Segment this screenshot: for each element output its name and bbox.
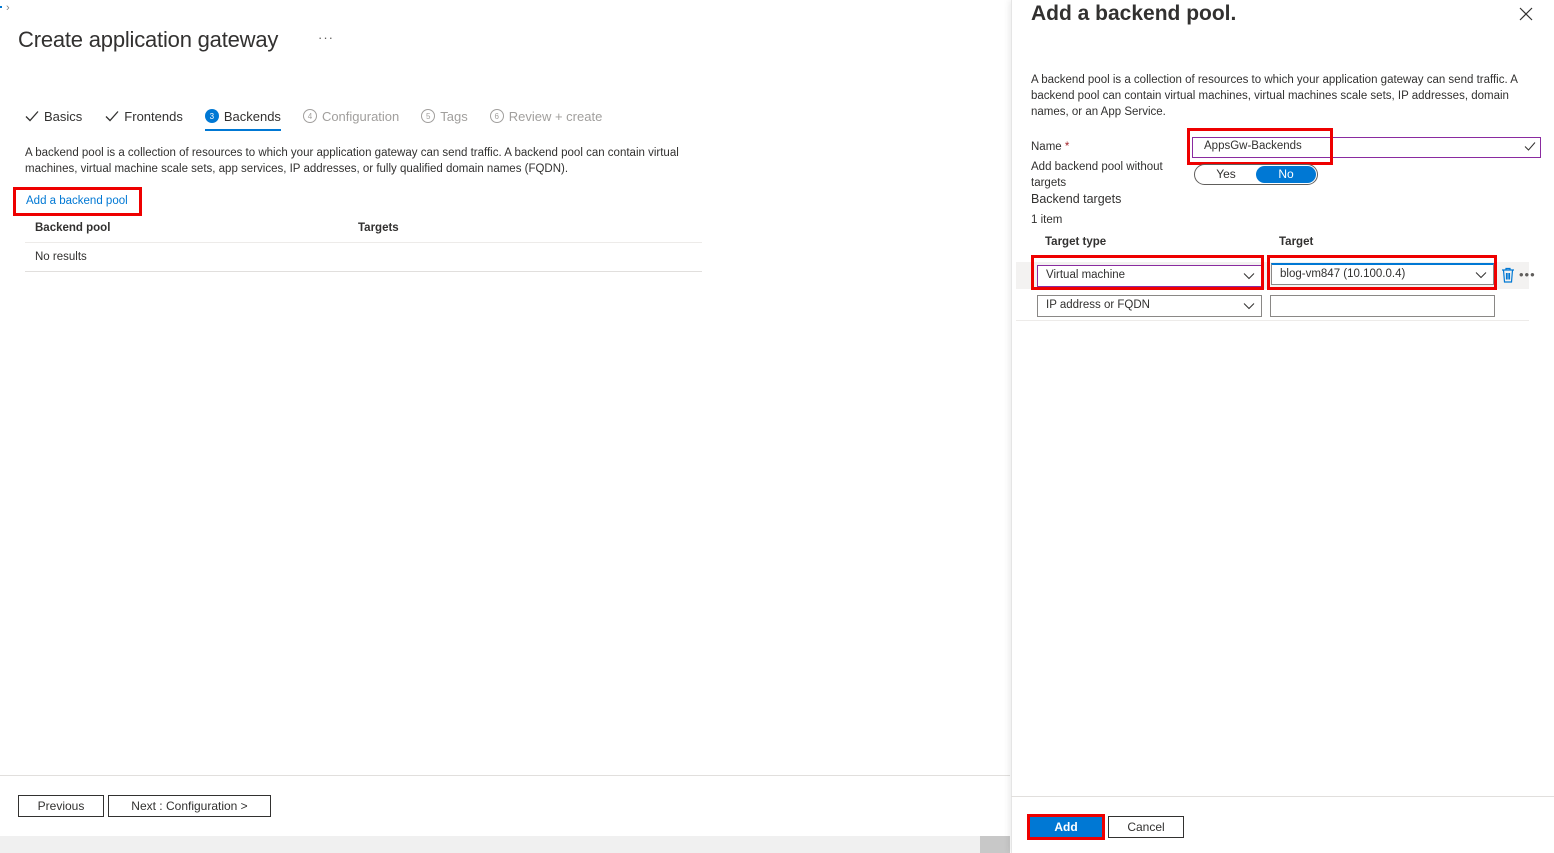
page-title: Create application gateway	[18, 27, 279, 52]
row-divider	[1016, 320, 1529, 321]
breadcrumb-dot	[0, 6, 2, 8]
cancel-button[interactable]: Cancel	[1108, 816, 1184, 838]
tab-basics[interactable]: Basics	[24, 106, 82, 126]
chevron-down-icon	[1243, 303, 1255, 310]
row-more-options-icon[interactable]: •••	[1519, 267, 1536, 282]
select-value: Virtual machine	[1046, 269, 1126, 281]
step-number-icon: 4	[302, 109, 317, 123]
column-header-target: Target	[1279, 236, 1314, 248]
name-input-value: AppsGw-Backends	[1204, 140, 1302, 152]
tab-label: Backends	[223, 108, 281, 124]
item-count: 1 item	[1031, 214, 1063, 226]
tab-frontends[interactable]: Frontends	[104, 106, 183, 126]
target-type-select-2[interactable]: IP address or FQDN	[1037, 295, 1262, 317]
backend-pool-table: Backend pool Targets No results	[25, 214, 702, 272]
scrollbar-thumb[interactable]	[980, 836, 1010, 853]
name-input[interactable]: AppsGw-Backends	[1192, 137, 1541, 158]
column-header-backend-pool: Backend pool	[35, 222, 111, 234]
toggle-option-yes[interactable]: Yes	[1196, 166, 1256, 183]
target-input-2[interactable]	[1270, 295, 1495, 317]
tab-label: Basics	[44, 108, 83, 124]
chevron-down-icon	[1243, 273, 1255, 280]
previous-button[interactable]: Previous	[18, 795, 104, 817]
next-configuration-button[interactable]: Next : Configuration >	[108, 795, 271, 817]
column-header-targets: Targets	[358, 222, 399, 234]
column-header-target-type: Target type	[1045, 236, 1107, 248]
check-icon	[105, 111, 119, 122]
step-number-icon: 6	[489, 109, 504, 123]
name-label: Name *	[1031, 139, 1069, 155]
panel-title: Add a backend pool.	[1031, 2, 1237, 25]
tab-review-create[interactable]: 6 Review + create	[489, 106, 603, 126]
without-targets-toggle[interactable]: Yes No	[1194, 164, 1318, 185]
toggle-option-no[interactable]: No	[1256, 166, 1316, 183]
tab-label: Tags	[440, 108, 468, 124]
add-backend-pool-link[interactable]: Add a backend pool	[13, 187, 142, 216]
target-select-1[interactable]: blog-vm847 (10.100.0.4)	[1271, 263, 1494, 285]
panel-description: A backend pool is a collection of resour…	[1031, 74, 1518, 118]
add-button[interactable]: Add	[1030, 817, 1102, 837]
select-value: blog-vm847 (10.100.0.4)	[1280, 268, 1406, 280]
chevron-down-icon	[1475, 272, 1487, 279]
add-backend-pool-panel: Add a backend pool. A backend pool is a …	[1011, 0, 1554, 853]
delete-icon[interactable]	[1501, 267, 1515, 283]
step-number-icon: 5	[421, 109, 436, 123]
tab-configuration[interactable]: 4 Configuration	[302, 106, 400, 126]
tab-tags[interactable]: 5 Tags	[421, 106, 468, 126]
select-value: IP address or FQDN	[1046, 299, 1150, 311]
table-empty-row: No results	[25, 243, 702, 272]
more-options-button[interactable]: ···	[318, 30, 334, 45]
footer-divider	[0, 775, 1010, 776]
check-icon	[25, 111, 39, 122]
backend-targets-label: Backend targets	[1031, 192, 1122, 206]
tab-label: Configuration	[321, 108, 400, 124]
main-blade: › Create application gateway ··· Basics …	[0, 0, 1010, 853]
tab-label: Frontends	[124, 108, 183, 124]
tab-backends[interactable]: 3 Backends	[204, 106, 282, 131]
horizontal-scrollbar[interactable]	[0, 836, 1010, 853]
without-targets-label: Add backend pool without targets	[1031, 161, 1163, 189]
breadcrumb-chevron-icon[interactable]: ›	[6, 2, 10, 14]
target-type-select-1[interactable]: Virtual machine	[1037, 265, 1262, 287]
step-number-icon: 3	[204, 109, 219, 123]
panel-footer-divider	[1011, 796, 1554, 797]
tab-label: Review + create	[508, 108, 603, 124]
wizard-tabs: Basics Frontends 3 Backends 4 Configurat…	[24, 106, 624, 131]
table-header: Backend pool Targets	[25, 214, 702, 243]
name-label-text: Name	[1031, 141, 1062, 153]
valid-check-icon	[1524, 142, 1536, 151]
required-marker: *	[1064, 141, 1070, 153]
backends-description: A backend pool is a collection of resour…	[25, 147, 679, 175]
close-icon[interactable]	[1517, 5, 1535, 23]
